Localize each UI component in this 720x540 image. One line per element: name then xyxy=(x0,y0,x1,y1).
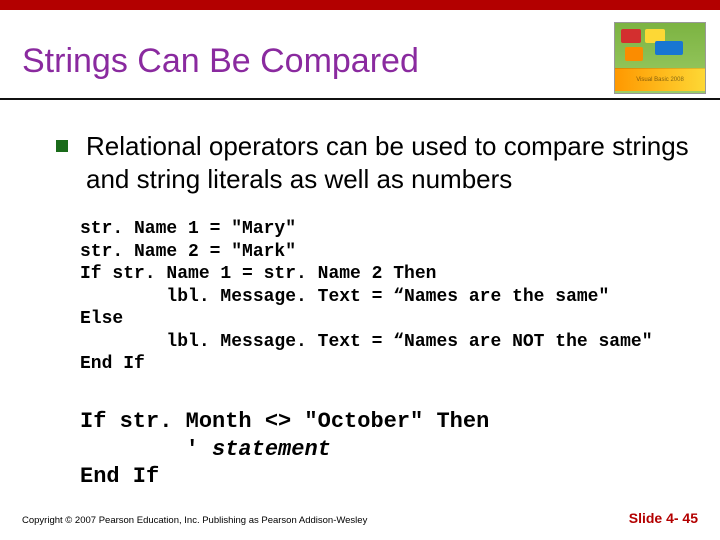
code-line: lbl. Message. Text = “Names are NOT the … xyxy=(80,332,653,352)
code-line: ' statement xyxy=(80,437,331,462)
code-line: lbl. Message. Text = “Names are the same… xyxy=(80,287,609,307)
code-line: Else xyxy=(80,309,123,329)
bullet-row: Relational operators can be used to comp… xyxy=(56,130,692,195)
header-divider xyxy=(0,98,720,100)
code-line: str. Name 2 = "Mark" xyxy=(80,242,296,262)
code-line: End If xyxy=(80,354,145,374)
bullet-icon xyxy=(56,140,68,152)
slide-number: Slide 4- 45 xyxy=(629,510,698,526)
code-line: End If xyxy=(80,464,159,489)
lego-brick-icon xyxy=(655,41,683,55)
copyright-text: Copyright © 2007 Pearson Education, Inc.… xyxy=(22,515,367,526)
lego-brick-icon xyxy=(625,47,643,61)
bullet-text: Relational operators can be used to comp… xyxy=(86,130,692,195)
lego-brick-icon xyxy=(621,29,641,43)
code-line: If str. Name 1 = str. Name 2 Then xyxy=(80,264,436,284)
code-line: str. Name 1 = "Mary" xyxy=(80,219,296,239)
book-label: Visual Basic 2008 xyxy=(615,68,705,91)
code-comment-prefix: ' xyxy=(80,437,212,462)
code-block-1: str. Name 1 = "Mary" str. Name 2 = "Mark… xyxy=(80,218,700,376)
top-red-bar xyxy=(0,0,720,10)
code-block-2: If str. Month <> "October" Then ' statem… xyxy=(80,408,700,491)
book-cover-thumbnail: Visual Basic 2008 xyxy=(614,22,706,94)
code-line: If str. Month <> "October" Then xyxy=(80,409,489,434)
slide-title: Strings Can Be Compared xyxy=(22,42,419,81)
code-comment-text: statement xyxy=(212,437,331,462)
